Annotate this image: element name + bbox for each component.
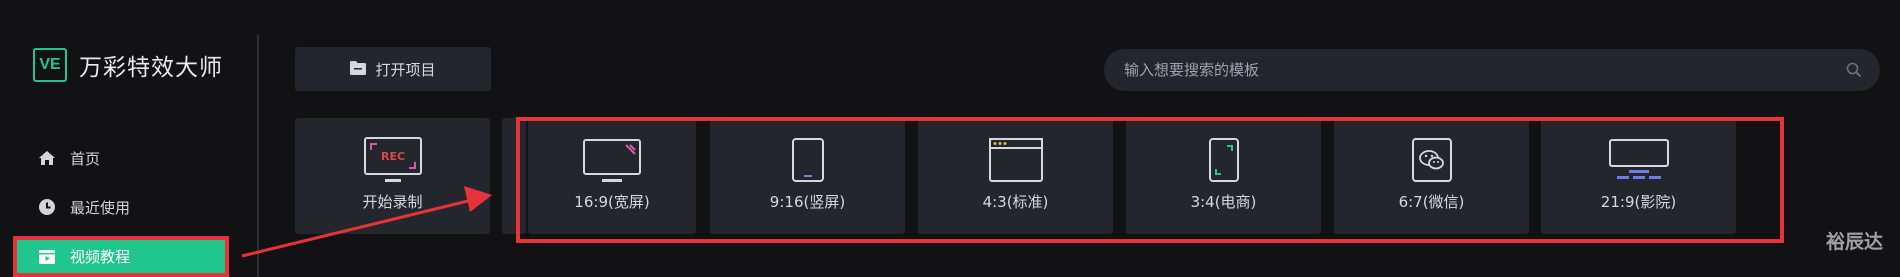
open-project-label: 打开项目 bbox=[375, 60, 436, 79]
annotation-highlight-box bbox=[516, 117, 1784, 243]
sidebar-divider bbox=[257, 35, 259, 277]
sidebar-item-home[interactable]: 首页 bbox=[38, 143, 100, 173]
app-logo: VE 万彩特效大师 bbox=[33, 48, 223, 82]
sidebar-item-label: 最近使用 bbox=[70, 198, 131, 217]
open-project-button[interactable]: 打开项目 bbox=[295, 47, 491, 91]
sidebar: VE 万彩特效大师 首页 最近使用 视频教程 bbox=[0, 0, 258, 277]
sidebar-item-recent[interactable]: 最近使用 bbox=[38, 192, 130, 222]
annotation-highlight-box bbox=[13, 236, 229, 277]
app-window: VE 万彩特效大师 首页 最近使用 视频教程 打开项目 输入想要搜索的模板 RE… bbox=[0, 0, 1900, 277]
watermark: 裕辰达 bbox=[1826, 231, 1884, 253]
search-icon[interactable] bbox=[1846, 62, 1862, 78]
template-search-bar[interactable] bbox=[1104, 49, 1880, 91]
start-recording-card[interactable]: REC 开始录制 bbox=[295, 118, 490, 234]
rec-badge: REC bbox=[380, 150, 404, 163]
search-input[interactable] bbox=[1104, 60, 1846, 80]
home-icon bbox=[38, 149, 56, 167]
app-name: 万彩特效大师 bbox=[79, 55, 223, 81]
folder-icon bbox=[350, 60, 367, 79]
logo-mark: VE bbox=[33, 48, 67, 82]
screen-record-icon: REC bbox=[363, 136, 423, 184]
sidebar-item-label: 首页 bbox=[70, 149, 101, 168]
start-recording-label: 开始录制 bbox=[362, 193, 423, 211]
clock-icon bbox=[38, 198, 56, 216]
